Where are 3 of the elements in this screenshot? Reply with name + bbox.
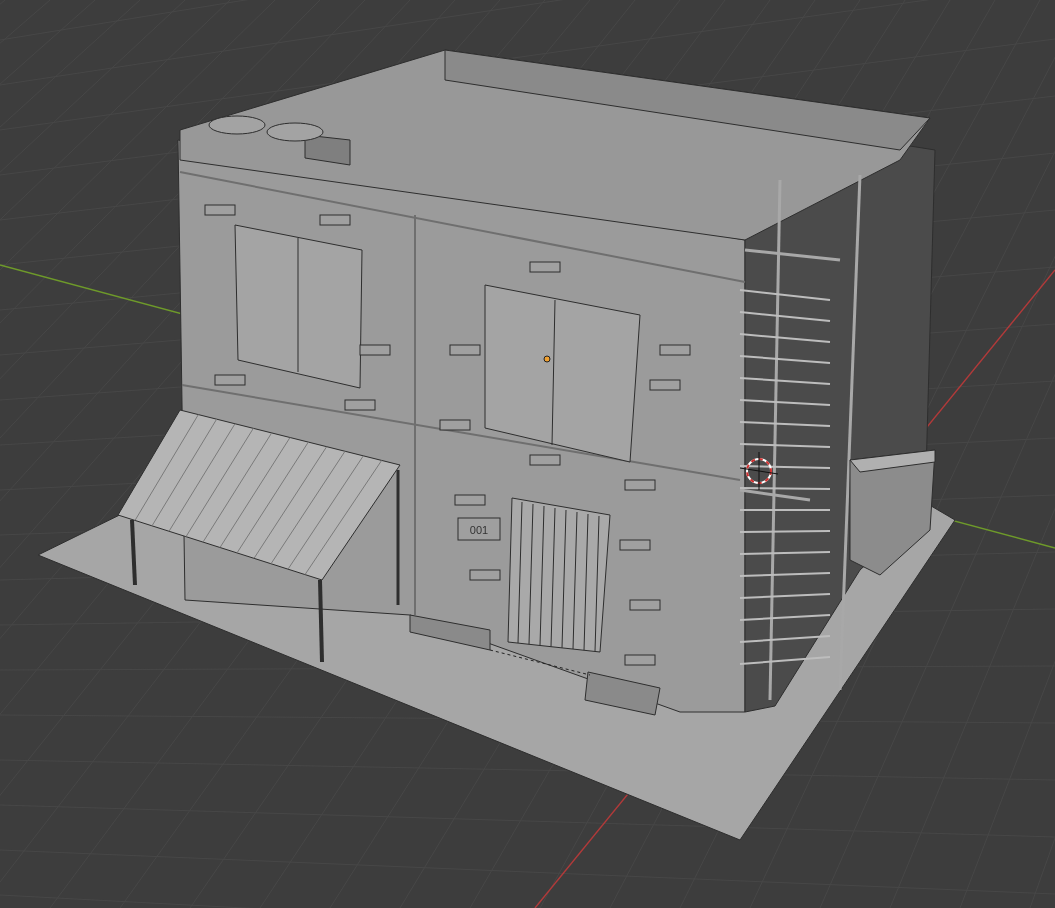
house-number-label: 001 [469, 524, 489, 536]
3d-cursor-icon [739, 451, 779, 491]
origin-point-icon [543, 355, 551, 363]
